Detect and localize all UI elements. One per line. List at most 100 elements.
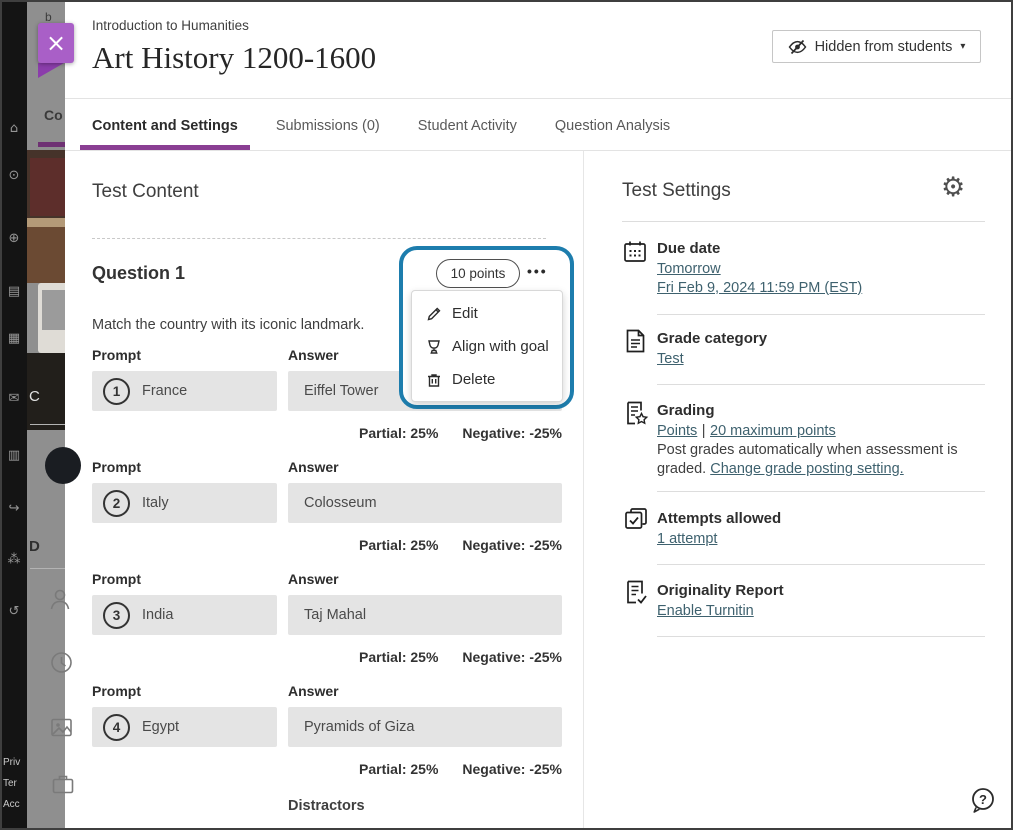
tab-submissions[interactable]: Submissions (0): [264, 108, 392, 150]
sidebar-messages-icon[interactable]: ✉: [5, 390, 23, 408]
sidebar-institution-icon[interactable]: ⌂: [5, 120, 23, 138]
grading-max-points-link[interactable]: 20 maximum points: [710, 423, 836, 439]
sidebar-grades-icon[interactable]: ▥: [5, 447, 23, 465]
column-divider: [583, 151, 584, 830]
goal-icon: [426, 339, 442, 355]
privacy-link[interactable]: Priv: [3, 757, 20, 768]
terms-link[interactable]: Ter: [3, 778, 17, 789]
prompt-text: Egypt: [142, 719, 179, 735]
backdrop-artwork-frame: [27, 218, 65, 227]
answer-header: Answer: [288, 459, 339, 475]
sidebar-groups-icon[interactable]: ⁂: [5, 551, 23, 569]
sidebar-organizations-icon[interactable]: ▦: [5, 330, 23, 348]
backdrop-artwork-pattern: [30, 158, 65, 216]
prompt-text: Italy: [142, 495, 169, 511]
question-text: Match the country with its iconic landma…: [92, 317, 364, 333]
trash-icon: [426, 372, 442, 388]
answer-header: Answer: [288, 571, 339, 587]
negative-credit: Negative: -25%: [462, 761, 562, 777]
negative-credit: Negative: -25%: [462, 649, 562, 665]
visibility-dropdown-button[interactable]: Hidden from students ▾: [772, 30, 981, 63]
backdrop-progress-icon: [49, 650, 74, 675]
prompt-box-4: 4 Egypt: [92, 707, 277, 747]
sidebar-signout-icon[interactable]: ↪: [5, 500, 23, 518]
base-navigation-sidebar: ⌂ ⊙ ⊕ ▤ ▦ ✉ ▥ ↪ ⁂ ↺ Priv Ter Acc: [0, 0, 27, 830]
prompt-box-2: 2 Italy: [92, 483, 277, 523]
grade-category-title: Grade category: [657, 330, 767, 347]
close-icon: ×: [46, 29, 66, 57]
document-check-icon: [623, 579, 649, 605]
backdrop-image-icon: [49, 715, 74, 740]
dashed-divider: [92, 238, 546, 239]
prompt-number-badge: 4: [103, 714, 130, 741]
prompt-header: Prompt: [92, 571, 141, 587]
help-icon[interactable]: ?: [969, 786, 997, 814]
accessibility-link[interactable]: Acc: [3, 799, 20, 810]
backdrop-briefcase-icon: [51, 772, 75, 796]
due-date-relative-link[interactable]: Tomorrow: [657, 261, 721, 277]
tab-bar: Content and Settings Submissions (0) Stu…: [80, 108, 682, 150]
menu-item-edit[interactable]: Edit: [412, 297, 562, 330]
negative-credit: Negative: -25%: [462, 537, 562, 553]
prompt-text: France: [142, 383, 187, 399]
tab-student-activity[interactable]: Student Activity: [406, 108, 529, 150]
app-window: ⌂ ⊙ ⊕ ▤ ▦ ✉ ▥ ↪ ⁂ ↺ Priv Ter Acc b Co C …: [0, 0, 1013, 830]
sidebar-courses-icon[interactable]: ▤: [5, 283, 23, 301]
pencil-icon: [426, 306, 442, 322]
scoring-row: Partial: 25%Negative: -25%: [288, 761, 562, 777]
calendar-icon: [622, 239, 648, 265]
separator: |: [702, 423, 706, 439]
backdrop-roster-icon: [47, 586, 73, 612]
gear-icon[interactable]: ⚙: [941, 174, 965, 202]
close-button-fold: [38, 63, 64, 78]
answer-box-4: Pyramids of Giza: [288, 707, 562, 747]
enable-turnitin-link[interactable]: Enable Turnitin: [657, 603, 754, 619]
backdrop-artwork-wood: [27, 227, 65, 283]
sidebar-history-icon[interactable]: ↺: [5, 603, 23, 621]
attempts-checkbox-icon: [623, 507, 649, 533]
sidebar-globe-icon[interactable]: ⊕: [5, 230, 23, 248]
attempts-link[interactable]: 1 attempt: [657, 531, 717, 547]
points-pill-button[interactable]: 10 points: [436, 259, 520, 288]
menu-item-label: Align with goal: [452, 338, 549, 355]
backdrop-tab-underline: [38, 142, 65, 147]
answer-text: Pyramids of Giza: [304, 719, 414, 735]
svg-text:?: ?: [979, 792, 987, 807]
settings-divider: [657, 384, 985, 385]
more-options-icon[interactable]: •••: [527, 263, 548, 279]
grading-note: Post grades automatically when assessmen…: [657, 441, 991, 478]
answer-text: Eiffel Tower: [304, 383, 378, 399]
dimmed-backdrop-strip: b Co C D: [27, 0, 65, 830]
question-title: Question 1: [92, 263, 185, 284]
window-border-left: [0, 0, 2, 830]
grading-points-link[interactable]: Points: [657, 423, 697, 439]
answer-box-2: Colosseum: [288, 483, 562, 523]
menu-item-delete[interactable]: Delete: [412, 363, 562, 396]
backdrop-card-image: [42, 290, 65, 330]
answer-header: Answer: [288, 347, 339, 363]
backdrop-tab-fragment: Co: [44, 107, 63, 123]
prompt-number-badge: 3: [103, 602, 130, 629]
test-settings-heading: Test Settings: [622, 180, 731, 202]
scoring-row: Partial: 25% Negative: -25%: [288, 537, 562, 553]
answer-text: Taj Mahal: [304, 607, 366, 623]
document-star-icon: [623, 400, 649, 426]
menu-item-align-with-goal[interactable]: Align with goal: [412, 330, 562, 363]
close-panel-button[interactable]: ×: [38, 23, 74, 63]
sidebar-profile-icon[interactable]: ⊙: [5, 167, 23, 185]
tab-question-analysis[interactable]: Question Analysis: [543, 108, 682, 150]
change-grade-posting-link[interactable]: Change grade posting setting.: [710, 461, 903, 477]
partial-credit: Partial: 25%: [359, 649, 438, 665]
backdrop-divider: [30, 568, 65, 569]
partial-credit: Partial: 25%: [359, 537, 438, 553]
breadcrumb[interactable]: Introduction to Humanities: [92, 18, 249, 33]
page-title: Art History 1200-1600: [92, 40, 376, 76]
due-date-full-link[interactable]: Fri Feb 9, 2024 11:59 PM (EST): [657, 280, 862, 296]
tab-content-and-settings[interactable]: Content and Settings: [80, 108, 250, 150]
partial-credit: Partial: 25%: [359, 425, 438, 441]
document-icon: [623, 328, 648, 354]
tabs-divider: [65, 150, 1011, 151]
prompt-box-3: 3 India: [92, 595, 277, 635]
grade-category-link[interactable]: Test: [657, 351, 684, 367]
prompt-text: India: [142, 607, 173, 623]
